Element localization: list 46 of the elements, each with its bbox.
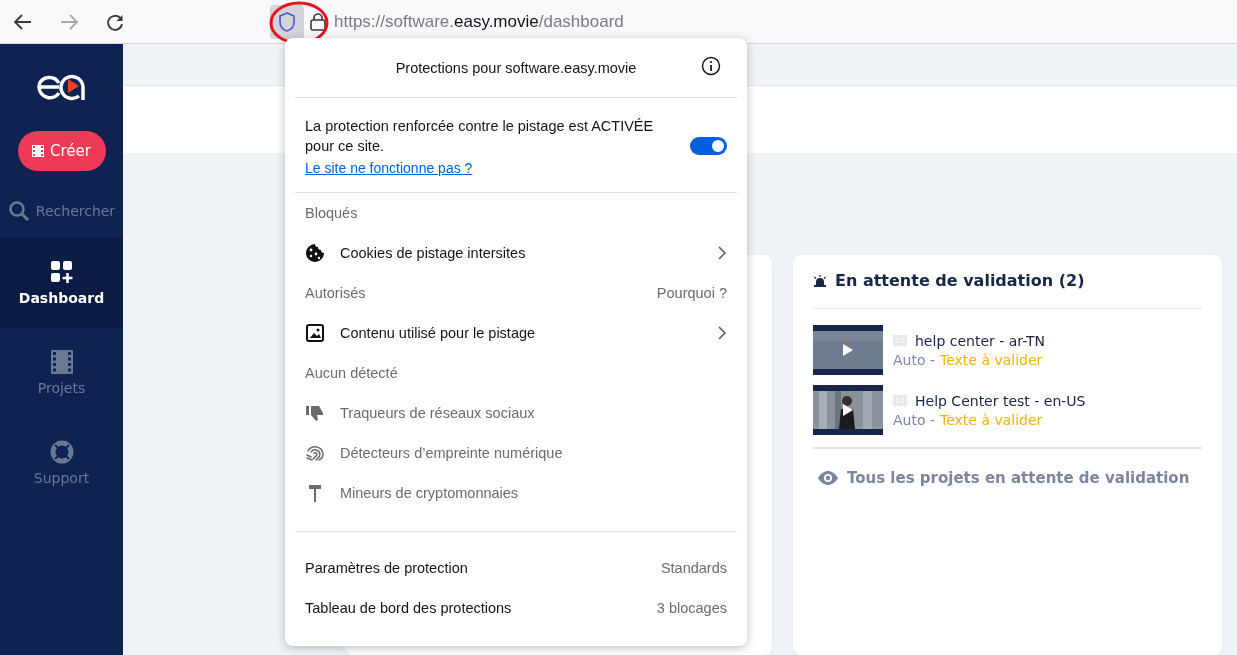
tracker-category-item[interactable]: Contenu utilisé pour le pistage bbox=[305, 313, 727, 353]
tracker-category-label: Détecteurs d’empreinte numérique bbox=[340, 445, 564, 461]
sidebar-item[interactable]: Dashboard bbox=[0, 238, 123, 328]
chevron-right-icon bbox=[717, 325, 727, 341]
forward-arrow-icon bbox=[59, 11, 79, 32]
section-heading: Aucun détecté bbox=[305, 365, 398, 381]
settings-row[interactable]: Paramètres de protection Standards bbox=[305, 548, 727, 588]
film-icon bbox=[50, 350, 73, 374]
lifebuoy-icon bbox=[49, 440, 74, 464]
project-title[interactable]: help center - ar-TN bbox=[915, 332, 1045, 349]
project-title[interactable]: Help Center test - en-US bbox=[915, 392, 1086, 409]
protection-toggle[interactable] bbox=[690, 137, 727, 155]
mode-text: Auto - bbox=[893, 351, 935, 368]
thumbs-down-icon bbox=[305, 403, 325, 423]
search-icon bbox=[7, 200, 30, 222]
eye-icon bbox=[817, 471, 839, 485]
chevron-right-icon bbox=[717, 245, 727, 261]
section-heading: Autorisés bbox=[305, 285, 366, 301]
create-button[interactable]: Créer bbox=[17, 131, 106, 171]
tracker-category-label: Traqueurs de réseaux sociaux bbox=[340, 405, 536, 421]
protection-message: La protection renforcée contre le pistage est ACTIVÉE pour ce site. bbox=[305, 117, 655, 156]
cookie-icon bbox=[305, 243, 325, 263]
pickaxe-icon bbox=[306, 483, 324, 503]
fingerprint-icon bbox=[305, 443, 325, 463]
image-icon bbox=[306, 324, 324, 342]
settings-row[interactable]: Tableau de bord des protections 3 blocages bbox=[305, 588, 727, 628]
tracker-category-item[interactable]: Cookies de pistage intersites bbox=[305, 233, 727, 273]
why-link[interactable]: Pourquoi ? bbox=[656, 285, 727, 301]
alarm-light-icon bbox=[813, 274, 827, 287]
card-title: En attente de validation (2) bbox=[835, 271, 1085, 290]
popup-title: Protections pour software.easy.movie bbox=[395, 59, 637, 76]
site-broken-link[interactable]: Le site ne fonctionne pas ? bbox=[305, 160, 670, 176]
all-projects-link[interactable]: Tous les projets en attente de validation bbox=[813, 469, 1190, 487]
info-icon[interactable] bbox=[701, 56, 721, 76]
status-text: Texte à valider bbox=[940, 411, 1043, 428]
dashboard-icon bbox=[49, 260, 74, 284]
play-icon[interactable] bbox=[843, 404, 853, 416]
back-arrow-icon bbox=[13, 11, 33, 32]
film-icon bbox=[32, 145, 45, 157]
shield-icon bbox=[277, 10, 297, 33]
address-text[interactable]: https://software.easy.movie/dashboard bbox=[334, 11, 624, 32]
lock-icon bbox=[310, 12, 326, 31]
section-heading: Bloqués bbox=[305, 205, 358, 221]
tracker-category-label: Mineurs de cryptomonnaies bbox=[340, 485, 520, 501]
mode-text: Auto - bbox=[893, 411, 935, 428]
status-text: Texte à valider bbox=[940, 351, 1043, 368]
